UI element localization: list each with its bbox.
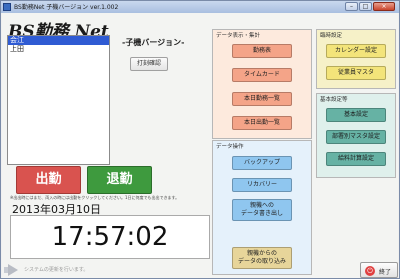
recovery-button[interactable]: リカバリー <box>232 178 292 192</box>
group-title: データ操作 <box>216 144 244 150</box>
user-list[interactable]: 会江 上田 <box>7 35 110 165</box>
calendar-settings-button[interactable]: カレンダー設定 <box>326 44 386 58</box>
status-message: システムの更新を行います。 <box>24 267 89 273</box>
timecard-button[interactable]: タイムカード <box>232 68 292 82</box>
department-master-button[interactable]: 部署別マスタ設定 <box>326 130 386 144</box>
power-icon: ⏻ <box>365 266 375 276</box>
group-title: 臨時設定 <box>320 33 343 39</box>
button-label-line: 親機からの <box>246 250 277 257</box>
app-window: BS勤務Net 子機バージョン ver.1.002 – □ × BS勤務 Net… <box>0 0 400 279</box>
button-label-line: 親機への <box>249 202 274 209</box>
version-subtitle: -子機バージョン- <box>122 38 185 47</box>
export-to-parent-button[interactable]: 親機への データ書き出し <box>232 199 292 221</box>
today-attendance-list-button[interactable]: 本日出勤一覧 <box>232 116 292 130</box>
current-time: 17:57:02 <box>10 215 210 259</box>
main-content: BS勤務 Net -子機バージョン- 会江 上田 打刻確認 出勤 退勤 ※出出時… <box>2 13 398 278</box>
maximize-button[interactable]: □ <box>359 2 372 11</box>
title-bar: BS勤務Net 子機バージョン ver.1.002 – □ × <box>1 1 399 13</box>
arrow-icon <box>8 264 18 276</box>
user-list-item[interactable]: 上田 <box>8 45 109 54</box>
clock-in-button[interactable]: 出勤 <box>16 166 81 194</box>
window-title: BS勤務Net 子機バージョン ver.1.002 <box>14 4 119 11</box>
exit-label: 終了 <box>379 269 392 276</box>
punch-check-button[interactable]: 打刻確認 <box>130 57 168 71</box>
app-icon <box>3 3 11 11</box>
group-title: 基本設定等 <box>320 97 348 103</box>
backup-button[interactable]: バックアップ <box>232 156 292 170</box>
work-table-button[interactable]: 勤務表 <box>232 44 292 58</box>
today-work-list-button[interactable]: 本日勤務一覧 <box>232 92 292 106</box>
minimize-button[interactable]: – <box>345 2 358 11</box>
data-display-group: データ表示・集計 勤務表 タイムカード 本日勤務一覧 本日出勤一覧 <box>212 29 312 139</box>
group-title: データ表示・集計 <box>216 33 261 39</box>
data-operations-group: データ操作 バックアップ リカバリー 親機への データ書き出し 親機からの デー… <box>212 140 312 275</box>
clock-out-button[interactable]: 退勤 <box>87 166 152 194</box>
employee-master-button[interactable]: 従業員マスタ <box>326 66 386 80</box>
button-label-line: データ書き出し <box>240 210 283 217</box>
temporary-settings-group: 臨時設定 カレンダー設定 従業員マスタ <box>316 29 396 89</box>
import-from-parent-button[interactable]: 親機からの データの取り込み <box>232 247 292 269</box>
user-list-item[interactable]: 会江 <box>8 36 109 45</box>
basic-settings-button[interactable]: 基本設定 <box>326 108 386 122</box>
button-label-line: データの取り込み <box>237 258 286 265</box>
exit-button[interactable]: ⏻ 終了 <box>360 262 398 278</box>
close-button[interactable]: × <box>373 2 395 11</box>
payroll-settings-button[interactable]: 給料計算設定 <box>326 152 386 166</box>
basic-settings-group: 基本設定等 基本設定 部署別マスタ設定 給料計算設定 <box>316 93 396 178</box>
